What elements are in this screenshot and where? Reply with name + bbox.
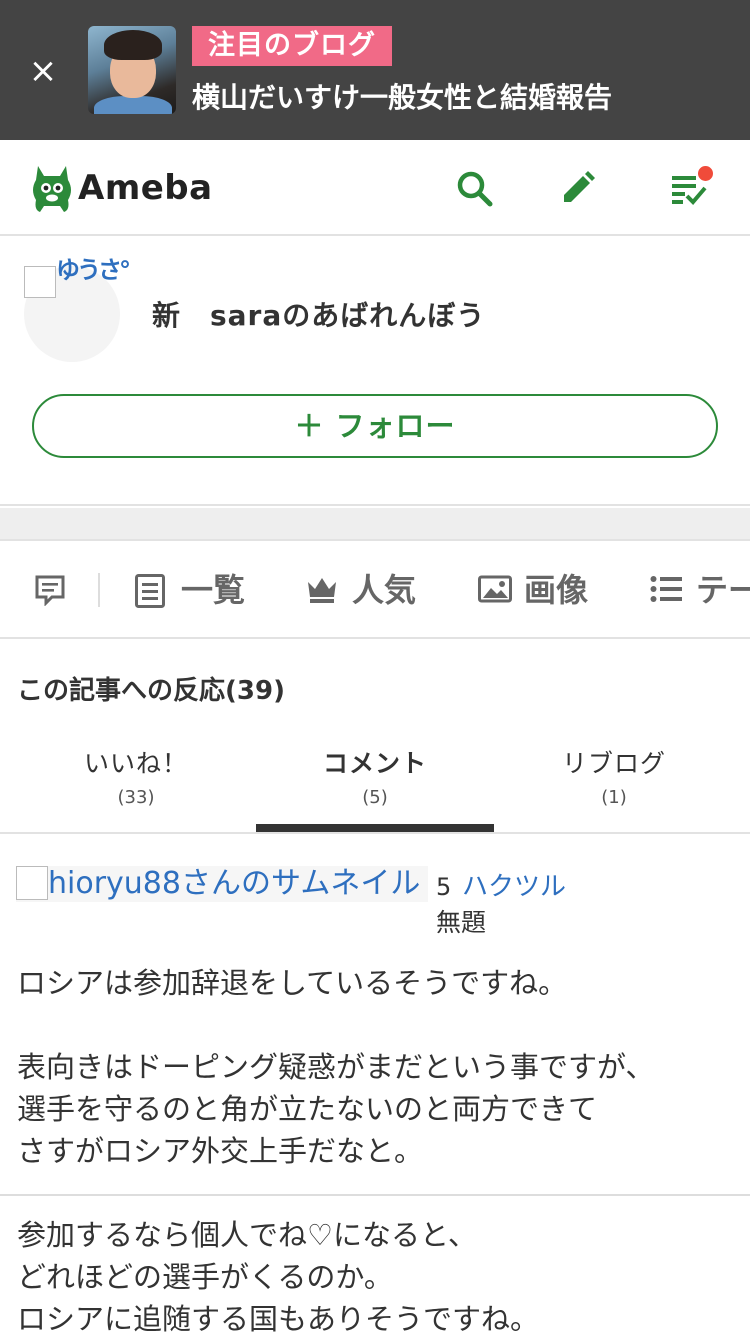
logo-wordmark: Ameba	[78, 168, 213, 208]
comment-body: 参加するなら個人でね♡になると、 どれほどの選手がくるのか。 ロシアに追随する国…	[17, 1214, 539, 1334]
section-gap	[0, 508, 750, 541]
tab-divider	[98, 573, 100, 607]
featured-tag: 注目のブログ	[192, 26, 392, 66]
follow-button[interactable]: ＋ フォロー	[32, 394, 718, 458]
tab-comments-reaction[interactable]: コメント (5)	[256, 740, 494, 832]
blog-profile: ゆうさ° 新 saraのあばれんぼう ＋ フォロー	[0, 236, 750, 506]
comment-body: ロシアは参加辞退をしているそうですね。 表向きはドーピング疑惑がまだという事です…	[17, 962, 654, 1172]
thumbnail-hair	[104, 30, 162, 60]
tab-popular-label: 人気	[352, 571, 417, 609]
list-icon	[135, 574, 165, 608]
blog-title[interactable]: 新 saraのあばれんぼう	[152, 294, 485, 334]
comment-line: どれほどの選手がくるのか。	[17, 1260, 393, 1294]
tab-likes-label: いいね！	[83, 749, 188, 778]
comment-divider	[0, 1194, 750, 1196]
comment-title: 無題	[436, 908, 487, 937]
tab-reblogs-label: リブログ	[561, 749, 666, 778]
app-header: Ameba	[0, 140, 750, 236]
comment-number: 5	[436, 873, 452, 901]
broken-image-icon	[24, 266, 56, 298]
search-icon[interactable]	[454, 168, 494, 208]
tab-likes[interactable]: いいね！ (33)	[16, 740, 256, 832]
tab-likes-count: (33)	[117, 787, 155, 808]
tab-comments-label: コメント	[322, 749, 427, 778]
commenter-name-link[interactable]: ハクツル	[462, 870, 566, 904]
comment-icon	[35, 575, 65, 606]
image-icon	[478, 575, 512, 603]
thumbnail-shirt	[94, 96, 172, 114]
ameba-mascot-icon	[33, 166, 71, 212]
reactions-heading: この記事への反応(39)	[17, 676, 285, 706]
comment-line: ロシアに追随する国もありそうですね。	[17, 1302, 540, 1334]
tab-comments-count: (5)	[362, 787, 388, 808]
featured-blog-banner[interactable]: × 注目のブログ 横山だいすけ一般女性と結婚報告	[0, 0, 750, 140]
tab-reblogs[interactable]: リブログ (1)	[494, 740, 734, 832]
reaction-tabs: いいね！ (33) コメント (5) リブログ (1)	[0, 740, 750, 834]
notification-badge	[698, 166, 713, 181]
tab-reblogs-count: (1)	[601, 787, 627, 808]
avatar-alt-text: ゆうさ°	[56, 256, 131, 284]
comment-line: さすがロシア外交上手だなと。	[17, 1134, 424, 1168]
broken-image-icon	[16, 866, 48, 900]
banner-headline[interactable]: 横山だいすけ一般女性と結婚報告	[192, 78, 612, 118]
comment-line: ロシアは参加辞退をしているそうですね。	[17, 966, 568, 1000]
pencil-icon[interactable]	[558, 168, 598, 208]
comment-line: 表向きはドーピング疑惑がまだという事ですが、	[17, 1050, 655, 1084]
active-tab-indicator	[256, 824, 494, 832]
tab-images-label: 画像	[524, 571, 589, 609]
close-icon[interactable]: ×	[28, 54, 58, 88]
thumbnail-alt-text: hioryu88さんのサムネイル	[48, 866, 421, 901]
tab-list-label: 一覧	[181, 571, 246, 609]
commenter-thumbnail[interactable]: hioryu88さんのサムネイル	[16, 866, 428, 902]
comment-line	[17, 1004, 654, 1046]
crown-icon	[308, 578, 336, 603]
blog-nav-tabs: 一覧 人気 画像 テー	[0, 543, 750, 639]
comment-line: 選手を守るのと角が立たないのと両方できて	[17, 1092, 598, 1126]
banner-thumbnail[interactable]	[88, 26, 176, 114]
comment-line: 参加するなら個人でね♡になると、	[17, 1218, 477, 1252]
bullets-icon	[650, 576, 682, 602]
tab-themes-label: テー	[696, 571, 750, 609]
